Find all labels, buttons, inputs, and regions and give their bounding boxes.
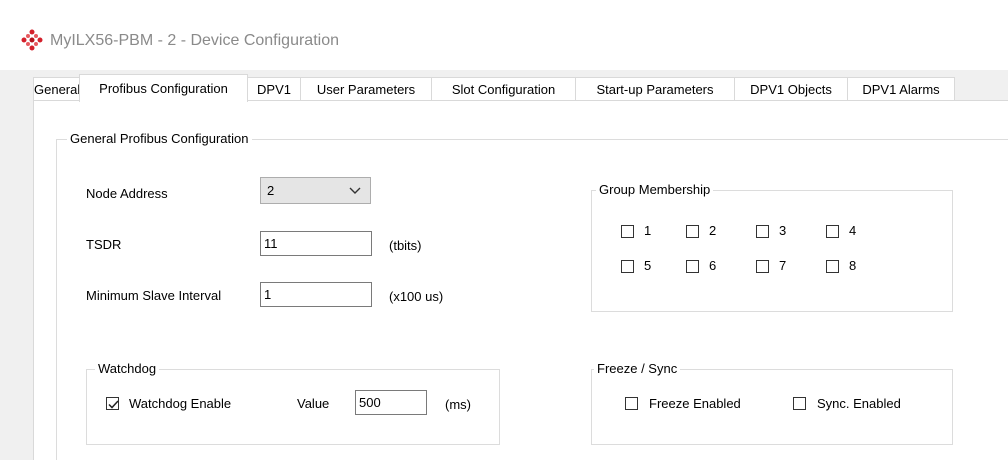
checkbox[interactable] (686, 225, 699, 238)
watchdog-legend: Watchdog (95, 361, 160, 377)
checkbox[interactable] (756, 260, 769, 273)
sync-enabled-checkbox[interactable] (793, 397, 806, 410)
tab-slot-configuration[interactable]: Slot Configuration (431, 77, 576, 101)
tab-strip: General Profibus Configuration DPV1 User… (33, 74, 1008, 102)
group-label-6: 6 (709, 258, 717, 273)
checkbox[interactable] (826, 260, 839, 273)
group-label-3: 3 (779, 223, 787, 238)
watchdog-value-label: Value (297, 396, 330, 411)
checkbox[interactable] (826, 225, 839, 238)
watchdog-enable-checkbox[interactable] (106, 397, 119, 410)
freeze-enabled-checkbox[interactable] (625, 397, 638, 410)
tsdr-input[interactable]: 11 (260, 231, 372, 256)
tab-dpv1-alarms[interactable]: DPV1 Alarms (847, 77, 955, 101)
tab-user-parameters[interactable]: User Parameters (300, 77, 432, 101)
watchdog-value-input[interactable]: 500 (355, 390, 427, 415)
checkbox[interactable] (756, 225, 769, 238)
checkbox[interactable] (686, 260, 699, 273)
checkbox[interactable] (621, 260, 634, 273)
minimum-slave-interval-unit-label: (x100 us) (389, 289, 444, 304)
general-profibus-configuration-legend: General Profibus Configuration (67, 131, 252, 147)
watchdog-enable-label: Watchdog Enable (129, 396, 232, 411)
checkbox[interactable] (621, 225, 634, 238)
tab-profibus-configuration[interactable]: Profibus Configuration (79, 74, 248, 102)
group-label-5: 5 (644, 258, 652, 273)
minimum-slave-interval-label: Minimum Slave Interval (86, 288, 222, 303)
node-address-value: 2 (267, 183, 275, 198)
freeze-enabled-label: Freeze Enabled (649, 396, 741, 411)
node-address-dropdown[interactable]: 2 (260, 177, 371, 204)
tab-general[interactable]: General (33, 77, 80, 101)
tab-start-up-parameters[interactable]: Start-up Parameters (575, 77, 735, 101)
checkmark-icon (108, 400, 119, 409)
tsdr-label: TSDR (86, 237, 122, 252)
chevron-down-icon (348, 183, 362, 197)
group-label-4: 4 (849, 223, 857, 238)
tsdr-unit-label: (tbits) (389, 238, 422, 253)
freeze-sync-legend: Freeze / Sync (594, 361, 681, 377)
node-address-label: Node Address (86, 186, 168, 201)
minimum-slave-interval-input[interactable]: 1 (260, 282, 372, 307)
watchdog-unit-label: (ms) (445, 397, 471, 412)
tab-dpv1[interactable]: DPV1 (247, 77, 301, 101)
device-configuration-window: MyILX56-PBM - 2 - Device Configuration G… (0, 0, 1008, 460)
profibus-configuration-panel: General Profibus Configuration Node Addr… (33, 100, 1008, 460)
group-label-8: 8 (849, 258, 857, 273)
tab-dpv1-objects[interactable]: DPV1 Objects (734, 77, 848, 101)
group-membership-group: Group Membership (591, 182, 953, 312)
group-membership-legend: Group Membership (596, 182, 714, 198)
diamond-dots-icon (21, 29, 43, 51)
group-label-7: 7 (779, 258, 787, 273)
title-bar: MyILX56-PBM - 2 - Device Configuration (0, 0, 1008, 70)
sync-enabled-label: Sync. Enabled (817, 396, 901, 411)
group-label-2: 2 (709, 223, 717, 238)
group-label-1: 1 (644, 223, 652, 238)
window-title: MyILX56-PBM - 2 - Device Configuration (50, 32, 339, 49)
